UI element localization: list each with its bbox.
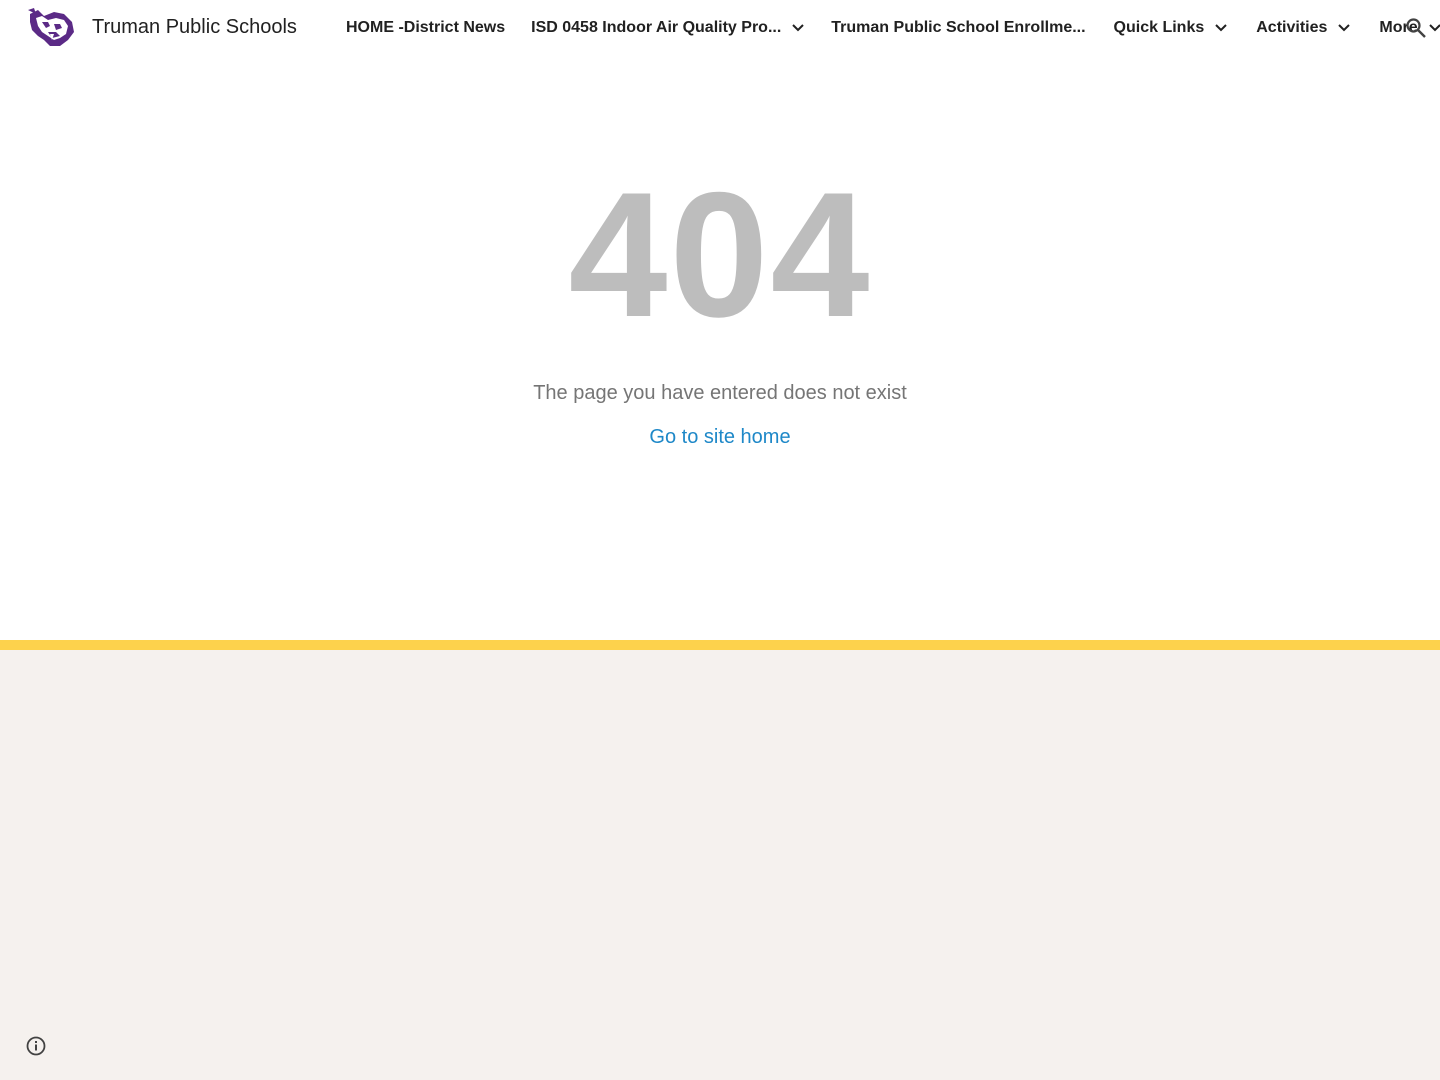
nav-item-label: Quick Links (1113, 19, 1205, 36)
panther-logo-icon[interactable] (26, 6, 76, 50)
nav-item-activities[interactable]: Activities (1256, 19, 1351, 37)
page: Truman Public Schools HOME -District New… (0, 0, 1440, 1080)
nav-item-quick-links[interactable]: Quick Links (1114, 19, 1229, 37)
site-footer (0, 650, 1440, 1080)
info-icon[interactable] (25, 1035, 47, 1057)
error-code: 404 (568, 155, 872, 354)
nav-item-label: Activities (1256, 19, 1328, 36)
error-message: The page you have entered does not exist (533, 382, 907, 404)
chevron-down-icon[interactable] (1214, 21, 1228, 35)
search-icon[interactable] (1404, 16, 1428, 40)
site-header: Truman Public Schools HOME -District New… (0, 0, 1440, 56)
nav-item-label: Truman Public School Enrollme... (831, 19, 1086, 36)
nav-item-label: ISD 0458 Indoor Air Quality Pro... (531, 19, 782, 36)
main-nav: HOME -District News ISD 0458 Indoor Air … (346, 0, 1440, 56)
go-to-site-home-link[interactable]: Go to site home (649, 426, 790, 448)
footer-accent-bar (0, 640, 1440, 650)
home-link-row: Go to site home (0, 426, 1440, 449)
chevron-down-icon[interactable] (1428, 21, 1440, 35)
nav-item-label: HOME -District News (346, 19, 506, 36)
nav-item-enrollment[interactable]: Truman Public School Enrollme... (831, 19, 1085, 37)
nav-item-air-quality[interactable]: ISD 0458 Indoor Air Quality Pro... (531, 19, 805, 37)
chevron-down-icon[interactable] (1337, 21, 1351, 35)
nav-item-home[interactable]: HOME -District News (346, 19, 505, 37)
chevron-down-icon[interactable] (791, 21, 805, 35)
site-title[interactable]: Truman Public Schools (92, 16, 297, 39)
